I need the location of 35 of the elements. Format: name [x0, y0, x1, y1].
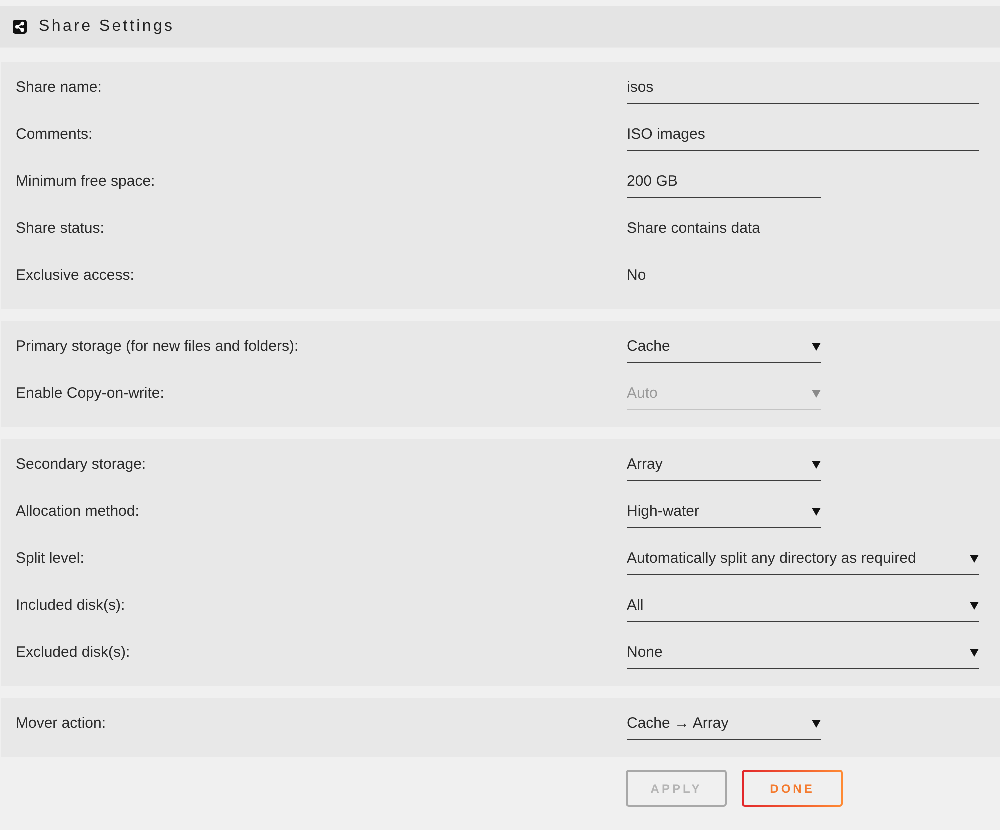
- dropdown[interactable]: Cache → Array: [627, 714, 821, 740]
- field-label: Excluded disk(s):: [16, 643, 130, 663]
- text-field[interactable]: ISO images: [627, 125, 979, 151]
- dropdown[interactable]: Cache: [627, 337, 821, 363]
- field-label: Mover action:: [16, 714, 106, 734]
- caret-icon: [812, 461, 821, 469]
- field-label: Split level:: [16, 549, 84, 569]
- dropdown[interactable]: Array: [627, 455, 821, 481]
- caret-icon: [970, 602, 979, 610]
- field-label: Enable Copy-on-write:: [16, 384, 164, 404]
- field-label: Share name:: [16, 78, 102, 98]
- field-label: Comments:: [16, 125, 93, 145]
- caret-icon: [970, 649, 979, 657]
- caret-icon: [812, 343, 821, 351]
- field-label: Allocation method:: [16, 502, 140, 522]
- text-field[interactable]: isos: [627, 78, 979, 104]
- share-icon: [13, 20, 27, 34]
- caret-icon: [812, 390, 821, 398]
- dropdown[interactable]: Automatically split any directory as required: [627, 549, 979, 575]
- caret-icon: [970, 555, 979, 563]
- field-label: Minimum free space:: [16, 172, 156, 192]
- dropdown[interactable]: None: [627, 643, 979, 669]
- field-label: Exclusive access:: [16, 266, 134, 286]
- text-field[interactable]: 200 GB: [627, 172, 821, 198]
- caret-icon: [812, 508, 821, 516]
- page-title: Share Settings: [39, 18, 175, 36]
- info-value: Share contains data: [627, 219, 760, 239]
- field-label: Included disk(s):: [16, 596, 126, 616]
- dropdown[interactable]: All: [627, 596, 979, 622]
- info-value: No: [627, 266, 646, 286]
- field-label: Primary storage (for new files and folders):: [16, 337, 299, 357]
- field-label: Secondary storage:: [16, 455, 146, 475]
- dropdown[interactable]: High-water: [627, 502, 821, 528]
- caret-icon: [812, 720, 821, 728]
- field-label: Share status:: [16, 219, 104, 239]
